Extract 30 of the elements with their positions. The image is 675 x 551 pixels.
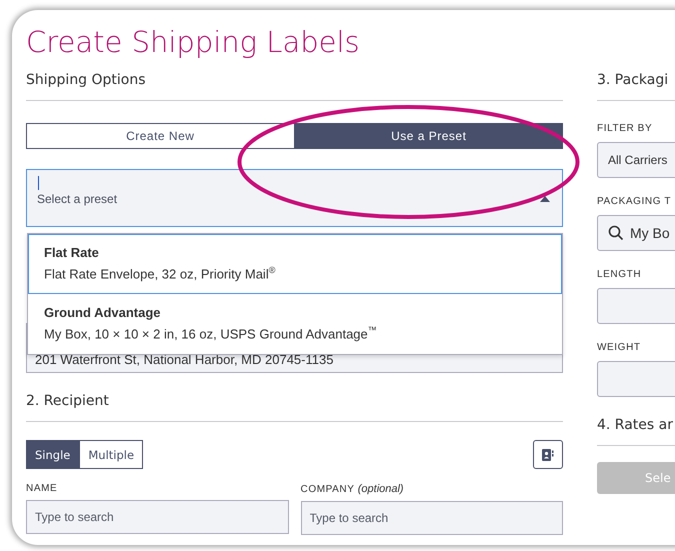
search-icon	[608, 225, 624, 241]
field-label: FILTER BY	[597, 123, 654, 134]
option-detail: Flat Rate Envelope, 32 oz, Priority Mail$^{®}$	[44, 265, 276, 282]
option-title: Flat Rate	[44, 245, 100, 260]
field-label: PACKAGING T	[597, 196, 672, 207]
dropdown-option[interactable]: Flat Rate Flat Rate Envelope, 32 oz, Priority Mail$^{®}$	[28, 234, 562, 294]
page-title: Create Shipping Labels	[26, 24, 361, 61]
toggle-option[interactable]: Multiple	[79, 440, 144, 469]
search-field[interactable]: Type to search	[300, 501, 563, 535]
toggle-option[interactable]: Create New	[26, 123, 294, 149]
option-detail: My Box, 10 × 10 × 2 in, 16 oz, USPS Ground Advantage$^{™}$	[44, 325, 378, 342]
dropdown-option[interactable]: Ground Advantage My Box, 10 × 10 × 2 in, 16 oz, USPS Ground Advantage$^{™}$	[28, 294, 562, 354]
toggle-option[interactable]: Use a Preset	[294, 123, 563, 149]
packaging-search-field[interactable]: My Bo	[597, 215, 675, 251]
section-heading: 2. Recipient	[26, 391, 563, 422]
section-heading: 3. Packagi	[597, 70, 675, 101]
carrier-select[interactable]: All Carriers	[597, 142, 675, 178]
preset-select[interactable]: Select a preset	[26, 169, 563, 227]
field-label: WEIGHT	[597, 342, 642, 353]
option-title: Ground Advantage	[44, 305, 162, 320]
section-heading: Shipping Options	[26, 70, 563, 101]
field-label: LENGTH	[597, 269, 642, 280]
field-label: COMPANY (optional)	[300, 483, 405, 495]
field-label: NAME	[26, 483, 58, 494]
address-book-icon	[542, 448, 554, 460]
toggle-option[interactable]: Single	[26, 440, 80, 469]
section-heading: 4. Rates ar	[597, 415, 675, 446]
search-field[interactable]: Type to search	[26, 500, 288, 534]
address-book-button[interactable]	[533, 440, 563, 469]
caret-icon	[540, 196, 550, 202]
